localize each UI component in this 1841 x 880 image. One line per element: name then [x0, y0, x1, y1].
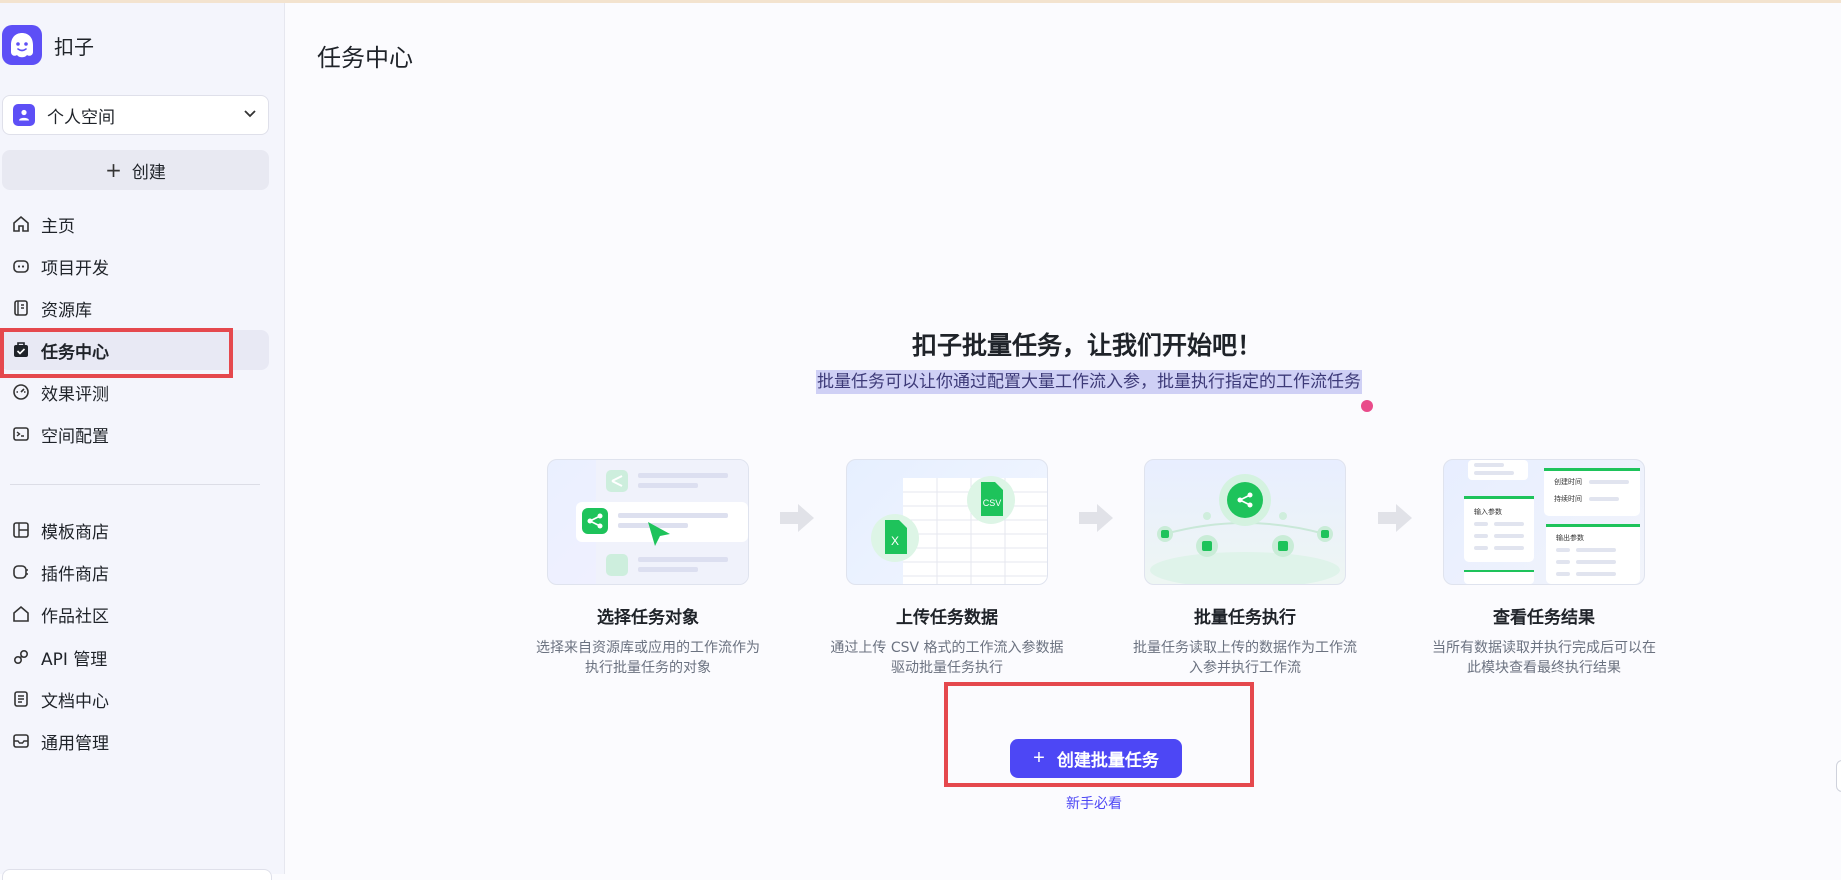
create-button[interactable]: + 创建 [2, 150, 269, 190]
step-desc-line: 批量任务读取上传的数据作为工作流 [1133, 640, 1357, 656]
excel-label: X [891, 534, 899, 548]
step-desc-line: 入参并执行工作流 [1189, 660, 1301, 676]
step-view-results: 输入参数 创建时间 持续时间 输出参数 查看任务结果 当所有数据读取并执行完成后… [1414, 459, 1674, 678]
sidebar-divider [10, 484, 260, 485]
floating-edge-handle[interactable] [1836, 760, 1841, 792]
step-select-target: 选择任务对象 选择来自资源库或应用的工作流作为 执行批量任务的对象 [518, 459, 778, 678]
step-description: 当所有数据读取并执行完成后可以在 此模块查看最终执行结果 [1419, 638, 1669, 678]
beginner-guide-link[interactable]: 新手必看 [1066, 793, 1122, 813]
step-batch-execute: 批量任务执行 批量任务读取上传的数据作为工作流 入参并执行工作流 [1115, 459, 1375, 678]
step-description: 通过上传 CSV 格式的工作流入参数据 驱动批量任务执行 [822, 638, 1072, 678]
workspace-name: 个人空间 [47, 107, 115, 128]
library-icon [10, 297, 32, 319]
workspace-selector[interactable]: 个人空间 [2, 95, 269, 135]
sidebar-item-label: 插件商店 [41, 564, 109, 585]
step-desc-line: 此模块查看最终执行结果 [1467, 660, 1621, 676]
create-label: 创建 [131, 162, 166, 183]
step-title: 查看任务结果 [1493, 608, 1595, 628]
card-label: 创建时间 [1554, 477, 1582, 486]
sidebar: 扣子 个人空间 + 创建 主页 项目开发 资源库 任务中心 效果评测 空间配置 [0, 3, 285, 880]
sidebar-item-label: 模板商店 [41, 522, 109, 543]
sidebar-item-space-config[interactable]: 空间配置 [10, 414, 269, 454]
plugin-icon [10, 561, 32, 583]
step-description: 选择来自资源库或应用的工作流作为 执行批量任务的对象 [523, 638, 773, 678]
community-icon [10, 603, 32, 625]
api-icon [10, 646, 32, 668]
card-label: 输出参数 [1556, 533, 1584, 542]
card-label: 输入参数 [1474, 507, 1502, 516]
step-upload-data: CSV X 上传任务数据 通过上传 CSV 格式的工作流入参数据 驱动批量任务执… [817, 459, 1077, 678]
plus-icon: + [1033, 747, 1045, 769]
sidebar-item-docs[interactable]: 文档中心 [10, 679, 269, 719]
arrow-right-icon [1079, 504, 1113, 532]
step-illustration-upload: CSV X [846, 459, 1048, 585]
chevron-down-icon [242, 105, 258, 125]
step-title: 上传任务数据 [896, 608, 998, 628]
sidebar-item-general-settings[interactable]: 通用管理 [10, 721, 269, 761]
step-title: 选择任务对象 [597, 608, 699, 628]
sidebar-bottom-panel [2, 869, 272, 880]
brand[interactable]: 扣子 [2, 25, 94, 65]
sidebar-item-label: 资源库 [41, 300, 92, 321]
sidebar-item-home[interactable]: 主页 [10, 204, 269, 244]
arrow-right-icon [780, 504, 814, 532]
sidebar-item-project[interactable]: 项目开发 [10, 246, 269, 286]
app-name: 扣子 [54, 34, 94, 59]
sidebar-item-label: 主页 [41, 216, 75, 237]
sidebar-item-label: 文档中心 [41, 691, 109, 712]
hero-subtitle: 批量任务可以让你通过配置大量工作流入参，批量执行指定的工作流任务 [816, 370, 1362, 394]
step-illustration-results: 输入参数 创建时间 持续时间 输出参数 [1443, 459, 1645, 585]
arrow-right-icon [1378, 504, 1412, 532]
template-icon [10, 519, 32, 541]
sidebar-item-evaluation[interactable]: 效果评测 [10, 372, 269, 412]
step-desc-line: 驱动批量任务执行 [891, 660, 1003, 676]
create-batch-task-label: 创建批量任务 [1056, 751, 1159, 770]
step-illustration-execute [1144, 459, 1346, 585]
card-label: 持续时间 [1554, 494, 1582, 503]
plus-icon: + [105, 158, 122, 182]
hero-title: 扣子批量任务，让我们开始吧！ [911, 331, 1262, 360]
gauge-icon [10, 381, 32, 403]
coze-logo-icon [2, 25, 42, 65]
sidebar-item-api[interactable]: API 管理 [10, 637, 269, 677]
sidebar-item-template-store[interactable]: 模板商店 [10, 510, 269, 550]
cursor-dot [1361, 400, 1373, 412]
project-icon [10, 255, 32, 277]
terminal-icon [10, 423, 32, 445]
step-desc-line: 选择来自资源库或应用的工作流作为 [536, 640, 760, 656]
home-icon [10, 213, 32, 235]
step-description: 批量任务读取上传的数据作为工作流 入参并执行工作流 [1120, 638, 1370, 678]
step-desc-line: 通过上传 CSV 格式的工作流入参数据 [830, 640, 1064, 656]
hero-subtitle-row: 批量任务可以让你通过配置大量工作流入参，批量执行指定的工作流任务 [816, 367, 1362, 394]
step-title: 批量任务执行 [1194, 608, 1296, 628]
page-title: 任务中心 [317, 44, 413, 72]
sidebar-item-label: 空间配置 [41, 426, 109, 447]
document-icon [10, 688, 32, 710]
csv-label: CSV [983, 498, 1002, 508]
sidebar-item-label: 项目开发 [41, 258, 109, 279]
create-batch-task-button[interactable]: + 创建批量任务 [1010, 739, 1182, 778]
sidebar-item-label: 作品社区 [41, 606, 109, 627]
sidebar-item-label: 通用管理 [41, 733, 109, 754]
sidebar-item-label: API 管理 [41, 649, 108, 670]
step-desc-line: 当所有数据读取并执行完成后可以在 [1432, 640, 1656, 656]
step-illustration-select [547, 459, 749, 585]
user-icon [13, 104, 35, 126]
sidebar-item-plugin-store[interactable]: 插件商店 [10, 552, 269, 592]
sidebar-item-label: 效果评测 [41, 384, 109, 405]
inbox-icon [10, 730, 32, 752]
sidebar-item-library[interactable]: 资源库 [10, 288, 269, 328]
hero-title-row: 扣子批量任务，让我们开始吧！ [0, 326, 1841, 362]
sidebar-item-community[interactable]: 作品社区 [10, 594, 269, 634]
step-desc-line: 执行批量任务的对象 [585, 660, 711, 676]
